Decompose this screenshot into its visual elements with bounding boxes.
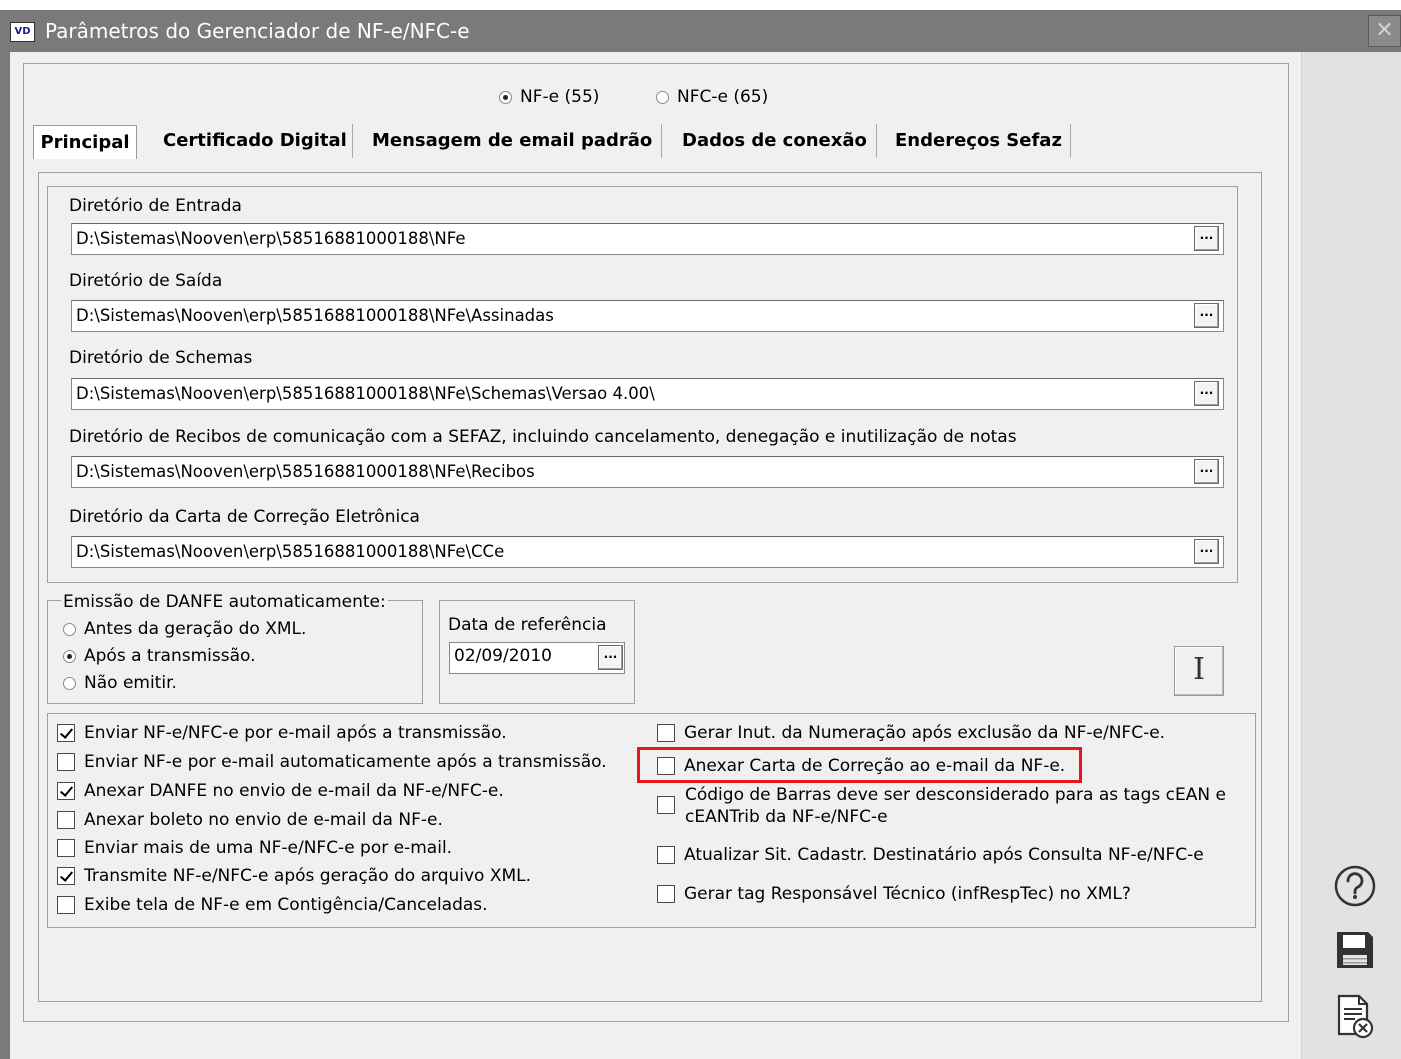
radio-nfe-circle[interactable]: [499, 90, 512, 104]
dir-cce-field[interactable]: D:\Sistemas\Nooven\erp\58516881000188\NF…: [71, 536, 1224, 568]
option-label-line2: cEANTrib da NF-e/NFC-e: [685, 807, 888, 827]
tab-dados-conexao[interactable]: Dados de conexão: [682, 123, 867, 159]
option-label: Anexar boleto no envio de e-mail da NF-e…: [84, 810, 443, 830]
dir-entrada-field[interactable]: D:\Sistemas\Nooven\erp\58516881000188\NF…: [71, 223, 1224, 255]
dir-schemas-browse-button[interactable]: ...: [1194, 381, 1219, 406]
option-label: Atualizar Sit. Cadastr. Destinatário apó…: [684, 845, 1204, 865]
tab-separator: [661, 124, 662, 158]
checkbox[interactable]: [657, 724, 675, 742]
danfe-option-nao-emitir-circle[interactable]: [63, 676, 76, 690]
checkbox[interactable]: [657, 796, 675, 814]
tab-separator: [876, 124, 877, 158]
window-left-border: [0, 52, 10, 1059]
option-label: Anexar DANFE no envio de e-mail da NF-e/…: [84, 781, 504, 801]
option-gerar-tag-resp-tecnico[interactable]: Gerar tag Responsável Técnico (infRespTe…: [657, 883, 1131, 905]
dir-entrada-label: Diretório de Entrada: [69, 196, 242, 216]
radio-nfce-circle[interactable]: [656, 90, 669, 104]
radio-nfe-label: NF-e (55): [520, 87, 600, 107]
option-enviar-email-automaticamente[interactable]: Enviar NF-e por e-mail automaticamente a…: [57, 751, 607, 773]
tab-mensagem-email[interactable]: Mensagem de email padrão: [372, 123, 652, 159]
option-transmite-apos-xml[interactable]: Transmite NF-e/NFC-e após geração do arq…: [57, 865, 531, 887]
danfe-group-legend: Emissão de DANFE automaticamente:: [61, 592, 388, 612]
radio-nfce[interactable]: NFC-e (65): [656, 87, 768, 107]
tab-enderecos-sefaz[interactable]: Endereços Sefaz: [895, 123, 1062, 159]
option-label: Gerar Inut. da Numeração após exclusão d…: [684, 723, 1166, 743]
option-label: Gerar tag Responsável Técnico (infRespTe…: [684, 884, 1131, 904]
danfe-option-nao-emitir-label: Não emitir.: [84, 673, 177, 693]
option-gerar-inutilizacao[interactable]: Gerar Inut. da Numeração após exclusão d…: [657, 722, 1165, 744]
danfe-option-apos-label: Após a transmissão.: [84, 646, 256, 666]
tab-separator: [1070, 124, 1071, 158]
checkbox[interactable]: [57, 724, 75, 742]
option-label: Enviar NF-e por e-mail automaticamente a…: [84, 752, 607, 772]
app-icon: VD: [10, 22, 35, 42]
option-label: Transmite NF-e/NFC-e após geração do arq…: [84, 866, 532, 886]
dir-schemas-field[interactable]: D:\Sistemas\Nooven\erp\58516881000188\NF…: [71, 378, 1224, 410]
option-atualizar-situacao-cadastral[interactable]: Atualizar Sit. Cadastr. Destinatário apó…: [657, 844, 1204, 866]
dir-recibos-field[interactable]: D:\Sistemas\Nooven\erp\58516881000188\NF…: [71, 456, 1224, 488]
checkbox[interactable]: [57, 867, 75, 885]
danfe-option-antes-circle[interactable]: [63, 622, 76, 636]
save-icon[interactable]: [1333, 928, 1377, 972]
checkbox[interactable]: [57, 753, 75, 771]
option-label: Enviar NF-e/NFC-e por e-mail após a tran…: [84, 723, 507, 743]
dir-cce-label: Diretório da Carta de Correção Eletrônic…: [69, 507, 420, 527]
dir-saida-field[interactable]: D:\Sistemas\Nooven\erp\58516881000188\NF…: [71, 300, 1224, 332]
tab-principal-label: Principal: [40, 132, 130, 153]
checkbox[interactable]: [57, 896, 75, 914]
option-enviar-mais-de-uma[interactable]: Enviar mais de uma NF-e/NFC-e por e-mail…: [57, 837, 452, 859]
checkbox[interactable]: [57, 811, 75, 829]
radio-nfce-label: NFC-e (65): [677, 87, 769, 107]
cancel-document-icon[interactable]: [1333, 992, 1377, 1040]
option-enviar-email-apos-transmissao[interactable]: Enviar NF-e/NFC-e por e-mail após a tran…: [57, 722, 507, 744]
option-label: Enviar mais de uma NF-e/NFC-e por e-mail…: [84, 838, 453, 858]
i-button[interactable]: I: [1174, 646, 1224, 696]
window-title: Parâmetros do Gerenciador de NF-e/NFC-e: [45, 19, 470, 43]
radio-nfe[interactable]: NF-e (55): [499, 87, 599, 107]
option-label: Código de Barras deve ser desconsiderado…: [685, 785, 1226, 805]
dir-saida-label: Diretório de Saída: [69, 271, 223, 291]
checkbox[interactable]: [657, 846, 675, 864]
checkbox[interactable]: [57, 839, 75, 857]
dir-recibos-label: Diretório de Recibos de comunicação com …: [69, 427, 1017, 447]
option-anexar-boleto[interactable]: Anexar boleto no envio de e-mail da NF-e…: [57, 809, 443, 831]
close-button[interactable]: ✕: [1368, 15, 1401, 47]
data-referencia-label: Data de referência: [448, 615, 607, 635]
danfe-option-apos[interactable]: Após a transmissão.: [63, 646, 256, 666]
dir-saida-browse-button[interactable]: ...: [1194, 303, 1219, 328]
tab-certificado-digital[interactable]: Certificado Digital: [163, 123, 347, 159]
highlight-box: [637, 747, 1082, 783]
checkbox[interactable]: [57, 782, 75, 800]
option-anexar-danfe[interactable]: Anexar DANFE no envio de e-mail da NF-e/…: [57, 780, 504, 802]
dir-schemas-label: Diretório de Schemas: [69, 348, 253, 368]
option-exibe-contingencia[interactable]: Exibe tela de NF-e em Contigência/Cancel…: [57, 894, 488, 916]
tab-separator: [352, 124, 353, 158]
danfe-option-apos-circle[interactable]: [63, 649, 76, 663]
danfe-option-antes[interactable]: Antes da geração do XML.: [63, 619, 306, 639]
data-referencia-value: 02/09/2010: [454, 646, 552, 666]
danfe-option-nao-emitir[interactable]: Não emitir.: [63, 673, 177, 693]
checkbox[interactable]: [657, 885, 675, 903]
data-referencia-picker-button[interactable]: ...: [598, 645, 623, 670]
dir-entrada-browse-button[interactable]: ...: [1194, 226, 1219, 251]
option-label: Exibe tela de NF-e em Contigência/Cancel…: [84, 895, 488, 915]
help-icon[interactable]: [1333, 864, 1377, 908]
dir-cce-browse-button[interactable]: ...: [1194, 539, 1219, 564]
danfe-option-antes-label: Antes da geração do XML.: [84, 619, 307, 639]
dir-recibos-browse-button[interactable]: ...: [1194, 459, 1219, 484]
tab-principal[interactable]: Principal: [33, 125, 137, 159]
